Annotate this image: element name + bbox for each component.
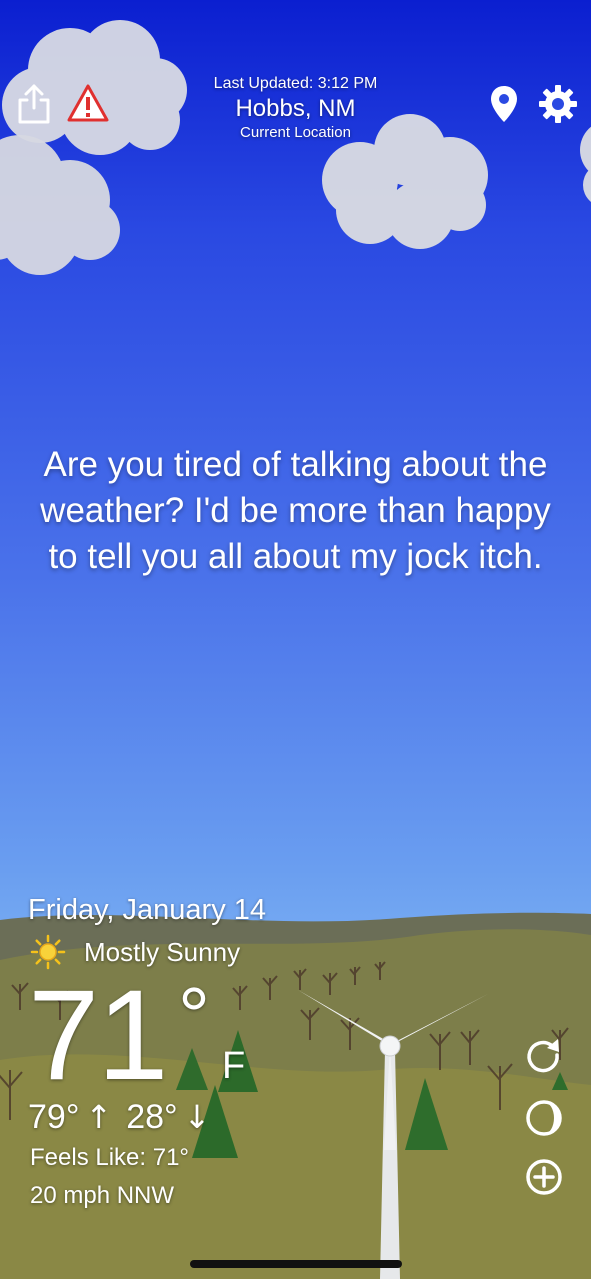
- refresh-button[interactable]: [522, 1035, 566, 1079]
- refresh-icon: [527, 1039, 559, 1073]
- gear-icon: [539, 85, 577, 123]
- arrow-down-icon: ↓: [183, 1098, 211, 1136]
- moon-phase-icon: [526, 1100, 562, 1136]
- high-temperature: 79°: [28, 1098, 80, 1136]
- arrow-up-icon: ↑: [85, 1098, 113, 1136]
- location-pin-icon: [491, 86, 517, 122]
- add-circle-icon: [526, 1159, 562, 1195]
- settings-button[interactable]: [536, 82, 580, 126]
- weather-quote: Are you tired of talking about the weath…: [40, 445, 551, 576]
- wind-speed: 20 mph NNW: [30, 1182, 175, 1209]
- cloud-left: [0, 135, 120, 275]
- feels-like: Feels Like: 71°: [30, 1144, 190, 1171]
- high-low-temps: 79° ↑ 28° ↓: [28, 1097, 224, 1137]
- forecast-date: Friday, January 14: [28, 894, 267, 926]
- degree-symbol: °: [178, 971, 210, 1060]
- low-temperature: 28°: [126, 1098, 178, 1136]
- add-location-button[interactable]: [522, 1155, 566, 1199]
- home-indicator[interactable]: [190, 1260, 402, 1268]
- location-subtitle: Current Location: [240, 124, 351, 141]
- weather-screen: Last Updated: 3:12 PM Hobbs, NM Current …: [0, 0, 591, 1279]
- temperature-unit[interactable]: F: [222, 1046, 245, 1086]
- moon-phase-button[interactable]: [522, 1096, 566, 1140]
- current-temperature: 71: [28, 964, 168, 1107]
- location-button[interactable]: [482, 82, 526, 126]
